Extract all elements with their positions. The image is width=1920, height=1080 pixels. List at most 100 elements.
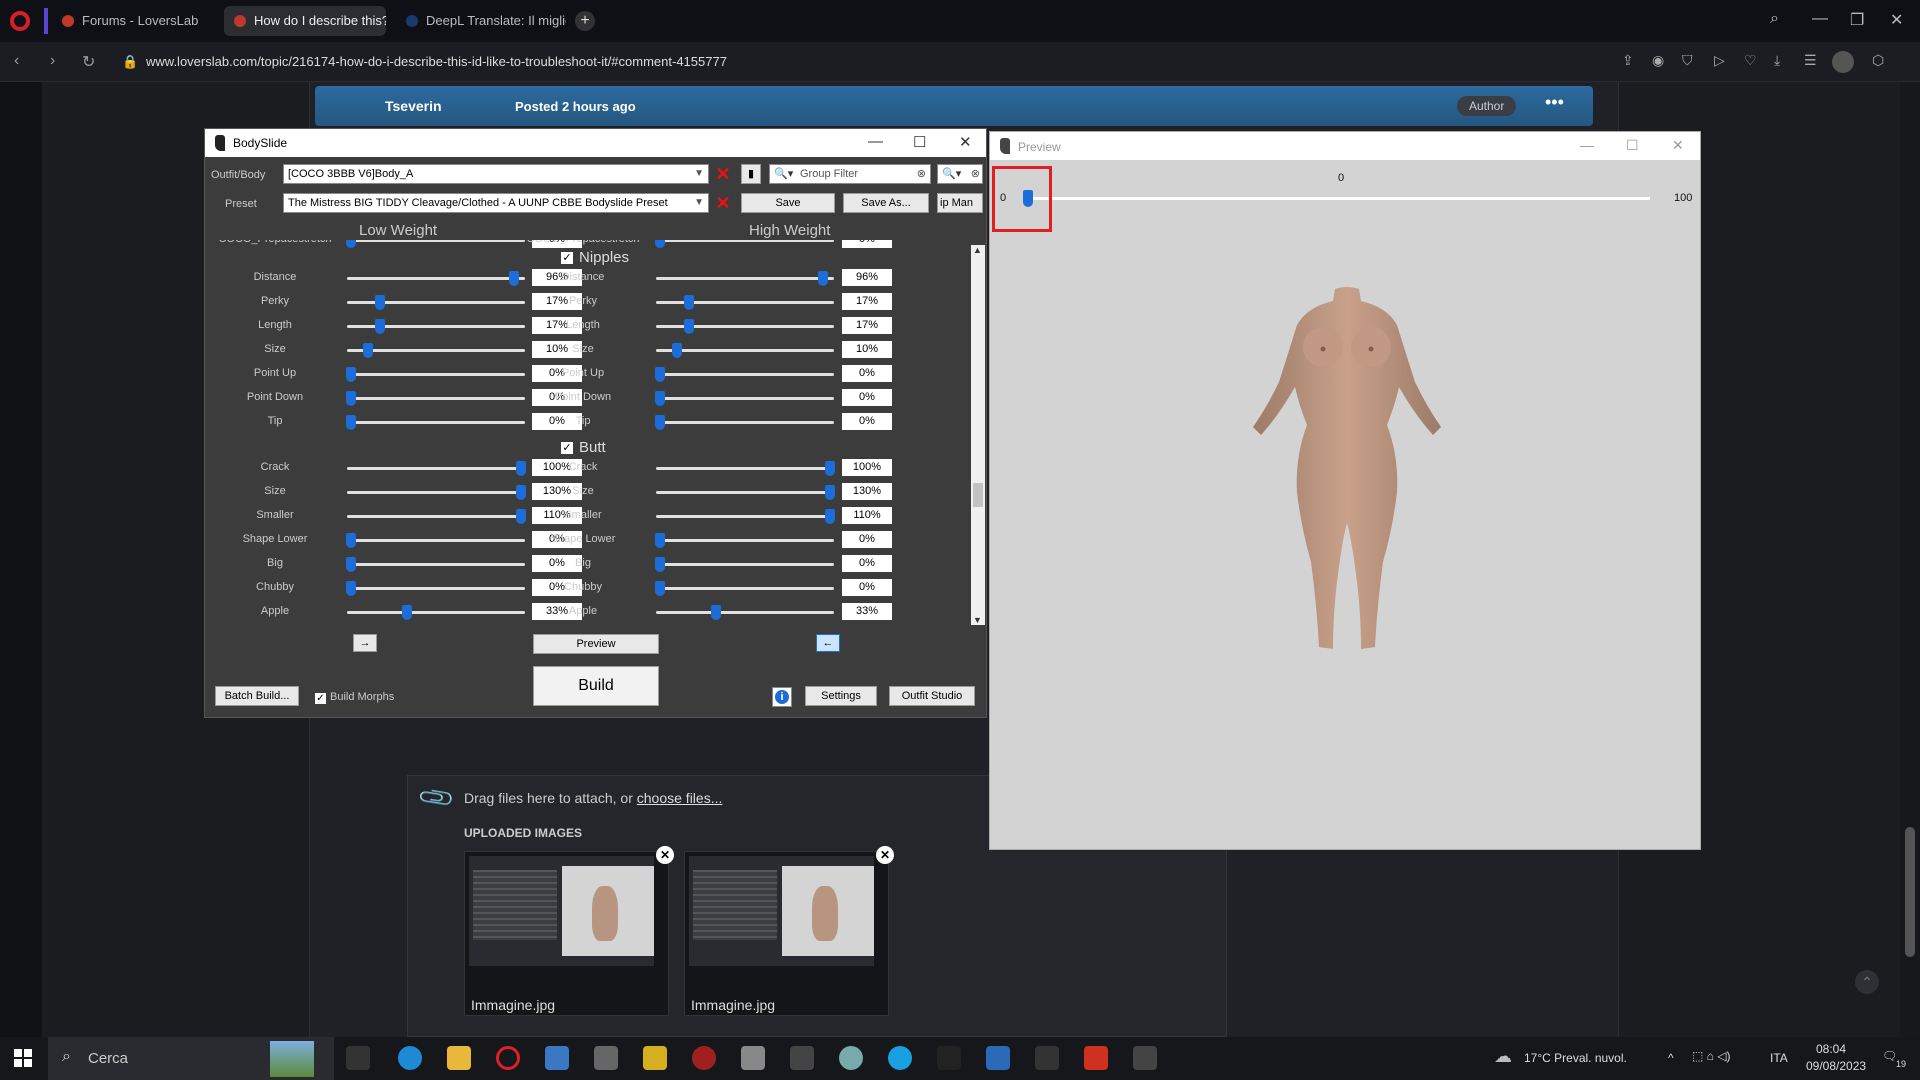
slider-handle[interactable] xyxy=(655,557,665,572)
slider-handle[interactable] xyxy=(655,240,665,248)
download-icon[interactable]: ⤓ xyxy=(1774,52,1780,69)
slider-track[interactable] xyxy=(656,509,835,524)
app-icon[interactable] xyxy=(741,1046,765,1070)
app-icon[interactable] xyxy=(643,1046,667,1070)
tray-expand-icon[interactable]: ^ xyxy=(1668,1051,1674,1065)
box-icon[interactable]: ⬡ xyxy=(1872,52,1884,69)
slider-handle[interactable] xyxy=(346,415,356,430)
clear-outfit-icon[interactable]: ✕ xyxy=(714,164,732,184)
slider-group-header[interactable]: ✓ Nipples xyxy=(561,249,629,266)
camera-icon[interactable]: ◉ xyxy=(1652,52,1664,69)
page-scrollbar-thumb[interactable] xyxy=(1905,827,1915,957)
save-as-button[interactable]: Save As... xyxy=(843,193,929,213)
slider-value-field[interactable]: 0% xyxy=(842,413,892,430)
slider-value-field[interactable]: 0% xyxy=(842,365,892,382)
slider-handle[interactable] xyxy=(818,271,829,286)
restore-icon[interactable]: ❐ xyxy=(1850,10,1864,30)
taskbar-search[interactable]: ⌕ Cerca xyxy=(48,1037,334,1080)
back-icon[interactable]: ‹ xyxy=(14,52,19,70)
slider-handle[interactable] xyxy=(346,240,356,248)
bodyslide-tool-icon[interactable]: ▮ xyxy=(741,164,761,184)
slider-handle[interactable] xyxy=(655,581,665,596)
task-view-icon[interactable] xyxy=(346,1046,370,1070)
skype-icon[interactable] xyxy=(888,1046,912,1070)
maximize-icon[interactable]: ☐ xyxy=(913,133,926,151)
heart-icon[interactable]: ♡ xyxy=(1744,52,1757,69)
bodyslide-taskbar-icon[interactable] xyxy=(1035,1046,1059,1070)
windows-start-button[interactable] xyxy=(14,1049,32,1067)
slider-track[interactable] xyxy=(346,415,525,430)
checkbox-checked-icon[interactable]: ✓ xyxy=(561,252,573,264)
notification-icon[interactable]: 🗨 xyxy=(1882,1049,1897,1063)
copy-low-to-high-button[interactable]: → xyxy=(353,634,377,652)
slider-track[interactable] xyxy=(656,295,834,310)
slider-handle[interactable] xyxy=(655,415,665,430)
minimize-icon[interactable]: — xyxy=(1580,137,1594,153)
url-field[interactable]: www.loverslab.com/topic/216174-how-do-i-… xyxy=(146,54,727,69)
slider-track[interactable] xyxy=(656,485,835,500)
slider-value-field[interactable]: 0% xyxy=(842,389,892,406)
outfit-studio-button[interactable]: Outfit Studio xyxy=(889,686,975,706)
slider-track[interactable] xyxy=(656,461,835,476)
close-icon[interactable]: ✕ xyxy=(1890,10,1903,30)
slider-track[interactable] xyxy=(656,319,834,334)
save-button[interactable]: Save xyxy=(741,193,835,213)
slider-value-field[interactable]: 33% xyxy=(842,603,892,620)
slider-value-field[interactable]: 0% xyxy=(842,531,892,548)
slider-track[interactable] xyxy=(656,605,834,620)
slider-value-field[interactable]: 0% xyxy=(842,240,892,248)
file-explorer-icon[interactable] xyxy=(447,1046,471,1070)
slider-value-field[interactable]: 17% xyxy=(842,317,892,334)
slider-handle[interactable] xyxy=(346,557,356,572)
slider-value-field[interactable]: 110% xyxy=(842,507,892,524)
slider-value-field[interactable]: 17% xyxy=(842,293,892,310)
tab-forums[interactable]: Forums - LoversLab xyxy=(52,6,222,36)
slider-value-field[interactable]: 130% xyxy=(842,483,892,500)
slider-handle[interactable] xyxy=(363,343,373,358)
tray-icons[interactable]: ⬚ ⌂ ◁) xyxy=(1692,1049,1730,1063)
slider-track[interactable] xyxy=(347,461,526,476)
post-more-button[interactable]: ••• xyxy=(1545,92,1564,113)
slider-track[interactable] xyxy=(347,271,525,286)
preset-dropdown[interactable]: The Mistress BIG TIDDY Cleavage/Clothed … xyxy=(283,193,709,213)
slider-handle[interactable] xyxy=(711,605,722,620)
menu-icon[interactable]: ☰ xyxy=(1804,52,1817,69)
opera-icon[interactable] xyxy=(496,1046,520,1070)
app-icon[interactable] xyxy=(839,1046,863,1070)
close-icon[interactable]: ✕ xyxy=(1672,137,1684,154)
slider-handle[interactable] xyxy=(655,391,665,406)
share-icon[interactable]: ⇪ xyxy=(1622,52,1634,69)
slider-track[interactable] xyxy=(655,415,834,430)
slider-handle[interactable] xyxy=(825,485,835,500)
slider-track[interactable] xyxy=(347,319,525,334)
edge-icon[interactable] xyxy=(398,1046,422,1070)
slider-track[interactable] xyxy=(655,581,834,596)
choose-files-link[interactable]: choose files... xyxy=(637,790,723,806)
slider-track[interactable] xyxy=(347,509,526,524)
build-morphs-checkbox[interactable]: ✓ Build Morphs xyxy=(315,691,394,704)
settings-button[interactable]: Settings xyxy=(805,686,877,706)
slider-handle[interactable] xyxy=(683,295,694,310)
opera-logo-icon[interactable] xyxy=(10,11,30,31)
slider-handle[interactable] xyxy=(374,319,385,334)
uploaded-image-thumb[interactable]: ✕ Immagine.jpg xyxy=(684,846,894,1016)
slider-track[interactable] xyxy=(655,240,834,248)
slider-track[interactable] xyxy=(347,295,525,310)
app-icon[interactable] xyxy=(594,1046,618,1070)
clear-filter-icon[interactable]: ⊗ xyxy=(971,165,980,183)
slider-track[interactable] xyxy=(656,343,834,358)
language-indicator[interactable]: ITA xyxy=(1770,1051,1788,1065)
page-scrollbar[interactable] xyxy=(1900,82,1920,1037)
tab-deepl[interactable]: DeepL Translate: Il miglior xyxy=(396,6,566,36)
slider-handle[interactable] xyxy=(672,343,682,358)
slider-track[interactable] xyxy=(346,533,525,548)
group-filter-input[interactable]: 🔍▾ Group Filter ⊗ xyxy=(769,164,931,184)
slider-scrollbar-thumb[interactable] xyxy=(973,483,983,507)
slider-track[interactable] xyxy=(346,240,525,248)
slider-handle[interactable] xyxy=(825,461,835,476)
slider-group-header[interactable]: ✓ Butt xyxy=(561,439,606,456)
author-name[interactable]: Tseverin xyxy=(385,98,442,114)
clock-time[interactable]: 08:04 xyxy=(1816,1042,1846,1056)
copy-high-to-low-button[interactable]: ← xyxy=(816,634,840,652)
minimize-icon[interactable]: — xyxy=(868,133,883,150)
